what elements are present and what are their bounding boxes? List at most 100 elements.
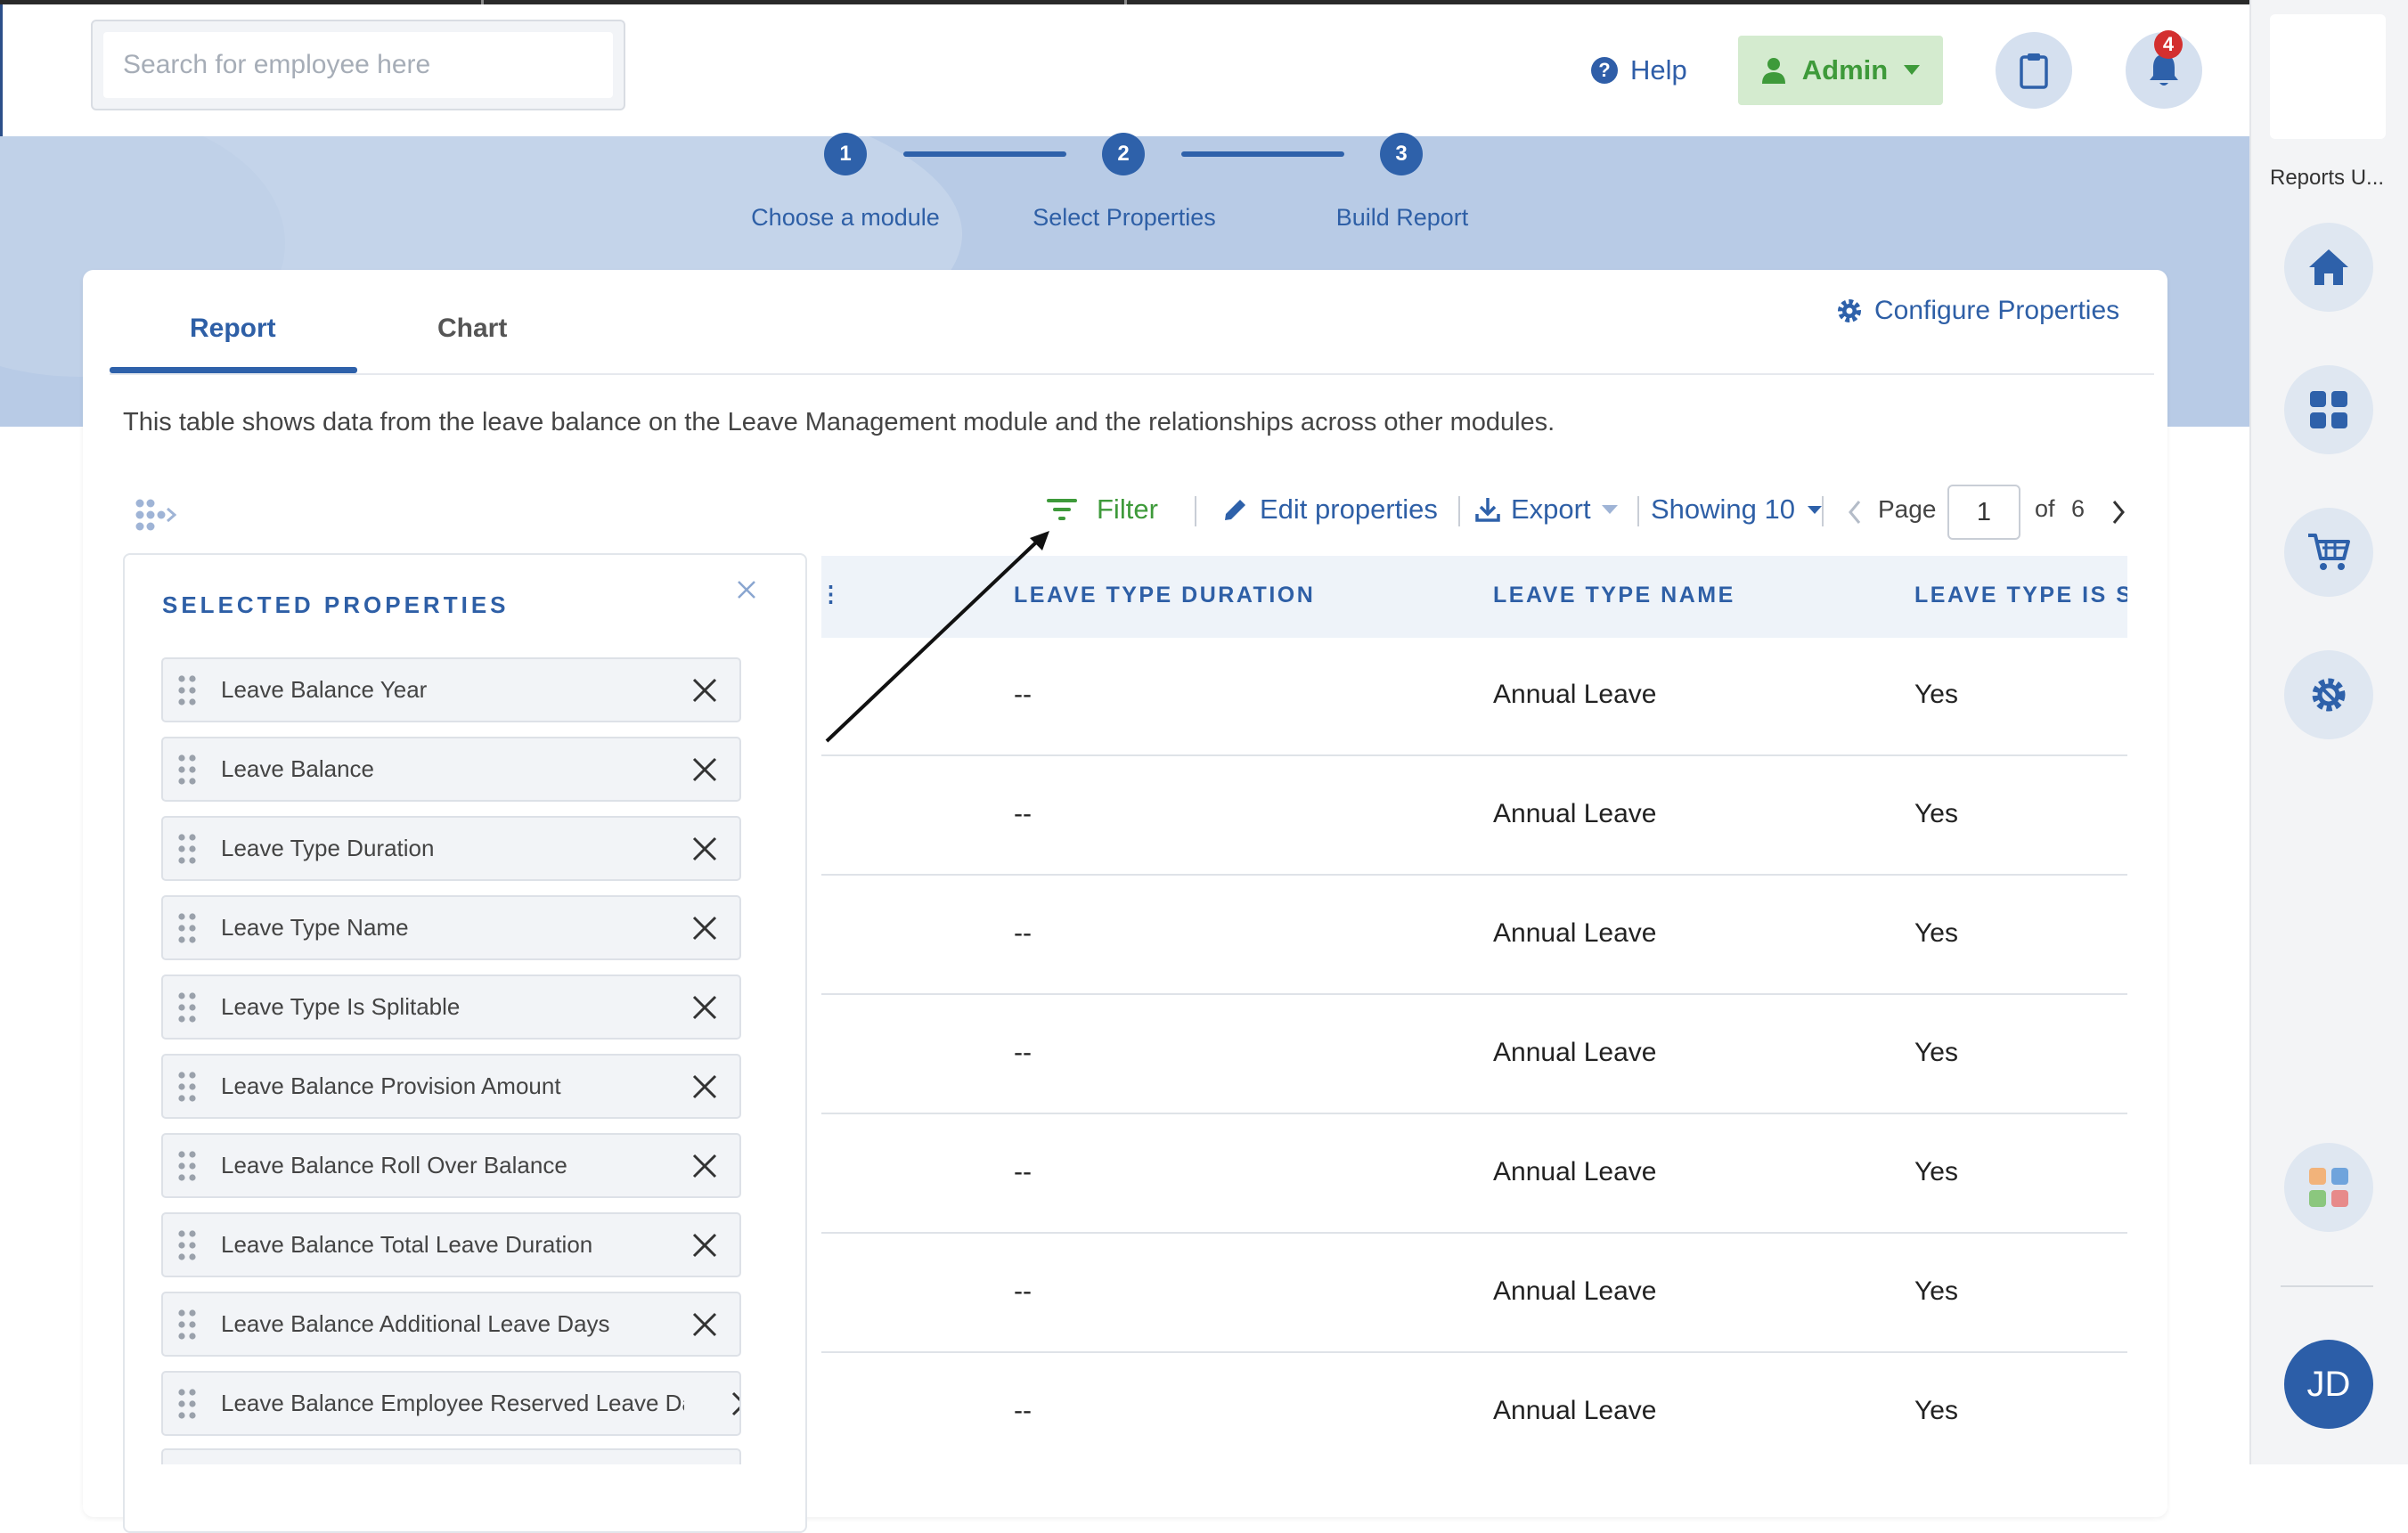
remove-property-icon[interactable] [689,833,721,865]
total-pages: 6 [2071,495,2086,522]
property-label: Leave Balance Year [221,676,428,703]
remove-property-icon[interactable] [689,1150,721,1182]
step-2-label[interactable]: Select Properties [1033,204,1216,232]
selected-property-item[interactable]: Leave Balance Additional Leave Days [161,1292,741,1357]
row-divider [821,1232,2127,1234]
cell-splitable: Yes [1914,1396,1958,1425]
tab-chart[interactable]: Chart [437,314,507,344]
next-page-icon[interactable] [2111,500,2126,525]
row-divider [821,874,2127,876]
configure-properties-button[interactable]: Configure Properties [1835,296,2119,326]
close-panel-icon[interactable] [736,579,757,600]
cell-duration: -- [1014,1157,1032,1186]
help-link[interactable]: ? Help [1591,50,1687,91]
remove-property-icon[interactable] [689,674,721,706]
cell-leave-type-name: Annual Leave [1493,1038,1657,1067]
user-avatar[interactable]: JD [2284,1340,2373,1429]
selected-properties-title: SELECTED PROPERTIES [162,591,510,618]
cell-splitable: Yes [1914,1157,1958,1186]
selected-property-item[interactable]: Leave Type Duration [161,816,741,881]
toolbar-divider [1195,496,1196,526]
table-row: -- Annual Leave Yes [821,1354,2127,1464]
page-number-input[interactable] [1947,485,2020,540]
drag-handle-icon[interactable] [177,912,197,944]
drag-handle-icon[interactable] [177,1388,197,1420]
cell-duration: -- [1014,1276,1032,1306]
selected-property-item[interactable]: Leave Type Is Splitable [161,974,741,1040]
selected-property-item[interactable]: Leave Balance Roll Over Balance [161,1133,741,1198]
property-label: Leave Balance [221,755,375,782]
step-3-label[interactable]: Build Report [1336,204,1469,232]
employee-search-input[interactable] [103,32,613,98]
remove-property-icon[interactable] [689,1071,721,1103]
sidebar-cart-button[interactable] [2284,508,2373,597]
step-1-number: 1 [824,133,867,175]
employee-search [91,20,625,110]
selected-property-item[interactable]: Leave Balance Provision Amount [161,1054,741,1119]
filter-icon [1047,499,1077,520]
step-connector-2 [1181,151,1344,157]
row-divider [821,1113,2127,1114]
edit-properties-button[interactable]: Edit properties [1222,493,1438,526]
configure-properties-label: Configure Properties [1874,296,2120,325]
cart-icon [2308,534,2350,570]
toolbar-divider [1458,496,1460,526]
remove-property-icon[interactable] [689,912,721,944]
pencil-icon [1225,500,1245,520]
tabs-divider [110,373,2154,375]
drag-handle-icon[interactable] [177,754,197,786]
selected-property-item[interactable]: Leave Balance [161,737,741,802]
property-label: Leave Balance Employee Reserved Leave Da… [221,1390,684,1416]
selected-property-item[interactable]: Leave Balance Year [161,657,741,722]
remove-property-icon[interactable] [689,1229,721,1261]
cell-leave-type-name: Annual Leave [1493,918,1657,948]
help-label: Help [1630,54,1687,86]
home-icon [2309,249,2348,285]
cell-leave-type-name: Annual Leave [1493,1157,1657,1186]
sidebar-settings-button[interactable] [2284,650,2373,739]
notification-badge: 4 [2154,30,2183,59]
page-size-dropdown[interactable]: Showing 10 [1651,493,1823,526]
remove-property-icon[interactable] [728,1388,741,1420]
column-header-leave-type-duration[interactable]: LEAVE TYPE DURATION [1014,583,1315,608]
prev-page-icon[interactable] [1848,500,1862,525]
chevron-down-icon [1808,505,1823,514]
sidebar-apps-button[interactable] [2284,1143,2373,1232]
step-2-number: 2 [1102,133,1145,175]
cell-splitable: Yes [1914,799,1958,828]
sidebar-dashboard-button[interactable] [2284,365,2373,454]
column-header-leave-type-name[interactable]: LEAVE TYPE NAME [1493,583,1735,608]
selected-property-item[interactable]: Leave Balance Total Leave Duration [161,1212,741,1277]
remove-property-icon[interactable] [689,1309,721,1341]
selected-property-item[interactable]: Leave Type Name [161,895,741,960]
filter-button[interactable]: Filter [1047,493,1158,526]
admin-dropdown[interactable]: Admin [1738,36,1943,105]
drag-handle-icon[interactable] [177,1309,197,1341]
admin-label: Admin [1801,54,1889,86]
sidebar-divider [2281,1285,2373,1287]
property-label: Leave Type Is Splitable [221,993,461,1020]
selected-property-item[interactable]: Leave Balance Employee Reserved Leave Da… [161,1371,741,1436]
toolbar-divider [1822,496,1824,526]
sidebar-app-title: Reports U... [2270,166,2385,190]
tab-report[interactable]: Report [190,314,276,344]
sidebar-home-button[interactable] [2284,223,2373,312]
drag-handle-icon[interactable] [177,1071,197,1103]
step-1-label[interactable]: Choose a module [751,204,940,232]
drag-handle-icon[interactable] [177,1229,197,1261]
remove-property-icon[interactable] [689,754,721,786]
drag-handle-icon[interactable] [177,991,197,1023]
step-connector-1 [903,151,1066,157]
remove-property-icon[interactable] [689,991,721,1023]
cell-duration: -- [1014,799,1032,828]
step-3-number: 3 [1380,133,1423,175]
export-dropdown[interactable]: Export [1475,493,1618,526]
drag-handle-icon[interactable] [177,674,197,706]
drag-handle-icon[interactable] [177,1150,197,1182]
drag-handle-icon[interactable] [177,833,197,865]
column-header-leave-type-is-splitable[interactable]: LEAVE TYPE IS S [1914,583,2127,608]
download-icon [1475,498,1500,522]
grid-icon [2310,391,2347,428]
panel-toggle-icon[interactable] [135,499,176,536]
clipboard-button[interactable] [1996,32,2072,109]
